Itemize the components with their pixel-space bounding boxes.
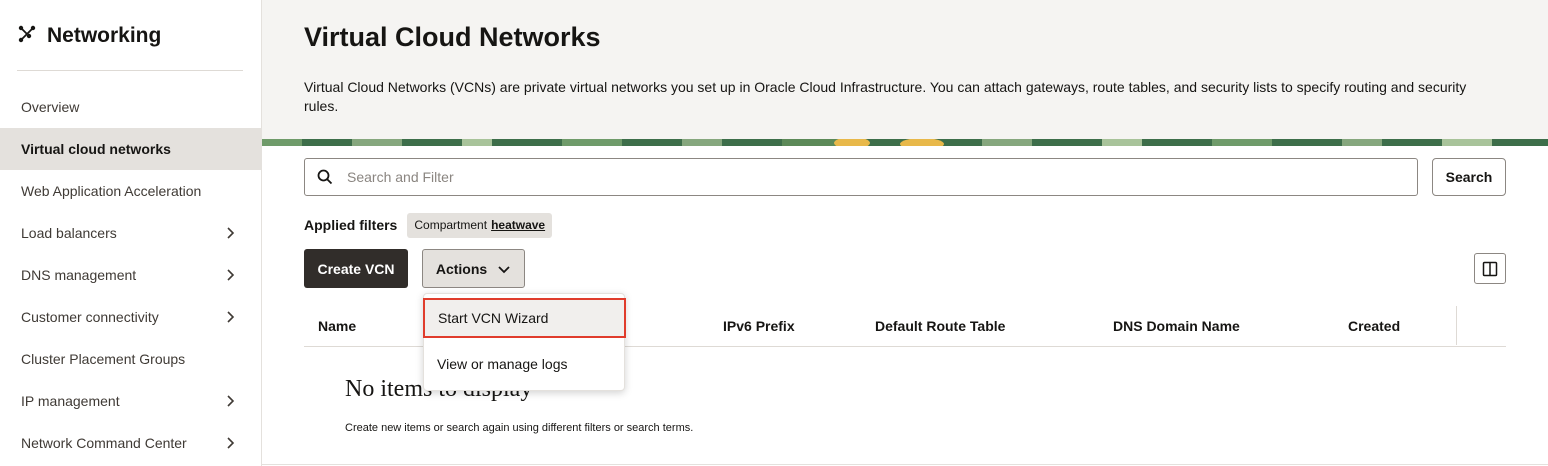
sidebar-item-label: Customer connectivity bbox=[21, 309, 159, 325]
sidebar-divider bbox=[17, 70, 243, 71]
sidebar-item-label: DNS management bbox=[21, 267, 137, 283]
column-header-name[interactable]: Name bbox=[318, 318, 356, 334]
column-divider bbox=[1456, 306, 1457, 345]
applied-filters: Applied filters Compartment heatwave bbox=[304, 212, 553, 238]
chevron-down-icon bbox=[498, 265, 510, 273]
sidebar-item-label: Overview bbox=[21, 99, 80, 115]
sidebar-item-label: Virtual cloud networks bbox=[21, 141, 171, 157]
page-title: Virtual Cloud Networks bbox=[304, 22, 601, 52]
sidebar-item-ip-management[interactable]: IP management bbox=[0, 380, 261, 422]
applied-filters-label: Applied filters bbox=[304, 217, 398, 233]
menu-item-view-or-manage-logs[interactable]: View or manage logs bbox=[424, 344, 624, 384]
sidebar-title: Networking bbox=[47, 24, 162, 47]
sidebar-item-customer-connectivity[interactable]: Customer connectivity bbox=[0, 296, 261, 338]
actions-menu: Start VCN Wizard View or manage logs bbox=[423, 293, 626, 391]
page-description: Virtual Cloud Networks (VCNs) are privat… bbox=[304, 79, 1467, 114]
manage-columns-button[interactable] bbox=[1474, 253, 1506, 284]
sidebar-item-network-command-center[interactable]: Network Command Center bbox=[0, 422, 261, 464]
sidebar-item-web-application-acceleration[interactable]: Web Application Acceleration bbox=[0, 170, 261, 212]
column-header-dns-domain-name[interactable]: DNS Domain Name bbox=[1113, 318, 1240, 334]
column-header-created[interactable]: Created bbox=[1348, 318, 1400, 334]
create-vcn-button[interactable]: Create VCN bbox=[304, 249, 408, 288]
content-bottom-border bbox=[262, 464, 1548, 465]
sidebar-item-overview[interactable]: Overview bbox=[0, 86, 261, 128]
sidebar-item-cluster-placement-groups[interactable]: Cluster Placement Groups bbox=[0, 338, 261, 380]
column-header-default-route-table[interactable]: Default Route Table bbox=[875, 318, 1005, 334]
columns-icon bbox=[1482, 261, 1498, 276]
chevron-right-icon bbox=[227, 395, 235, 407]
sidebar-header: Networking bbox=[17, 22, 161, 50]
sidebar-item-label: Web Application Acceleration bbox=[21, 183, 202, 199]
sidebar-item-virtual-cloud-networks[interactable]: Virtual cloud networks bbox=[0, 128, 261, 170]
column-header-ipv6-prefix[interactable]: IPv6 Prefix bbox=[723, 318, 795, 334]
chevron-right-icon bbox=[227, 269, 235, 281]
sidebar: Networking Overview Virtual cloud networ… bbox=[0, 0, 262, 466]
sidebar-item-label: Load balancers bbox=[21, 225, 117, 241]
filter-chip-compartment[interactable]: Compartment heatwave bbox=[407, 212, 553, 238]
search-input[interactable] bbox=[347, 169, 1387, 185]
sidebar-item-label: IP management bbox=[21, 393, 120, 409]
filter-chip-key: Compartment bbox=[414, 218, 488, 232]
chevron-right-icon bbox=[227, 227, 235, 239]
actions-button[interactable]: Actions bbox=[422, 249, 525, 288]
page-header: Virtual Cloud Networks Virtual Cloud Net… bbox=[262, 0, 1548, 146]
sidebar-item-load-balancers[interactable]: Load balancers bbox=[0, 212, 261, 254]
decorative-banner bbox=[262, 136, 1548, 146]
sidebar-item-dns-management[interactable]: DNS management bbox=[0, 254, 261, 296]
actions-button-label: Actions bbox=[435, 260, 488, 277]
chevron-right-icon bbox=[227, 311, 235, 323]
network-nodes-icon bbox=[17, 24, 37, 49]
sidebar-item-label: Network Command Center bbox=[21, 435, 187, 451]
sidebar-item-label: Cluster Placement Groups bbox=[21, 351, 186, 367]
menu-item-start-vcn-wizard[interactable]: Start VCN Wizard bbox=[423, 298, 626, 338]
chevron-right-icon bbox=[227, 437, 235, 449]
filter-chip-value[interactable]: heatwave bbox=[491, 218, 545, 232]
search-box[interactable] bbox=[304, 158, 1418, 196]
search-icon bbox=[317, 169, 333, 185]
empty-state-subtitle: Create new items or search again using d… bbox=[345, 422, 694, 434]
sidebar-nav: Overview Virtual cloud networks Web Appl… bbox=[0, 86, 261, 464]
search-button[interactable]: Search bbox=[1432, 158, 1506, 196]
